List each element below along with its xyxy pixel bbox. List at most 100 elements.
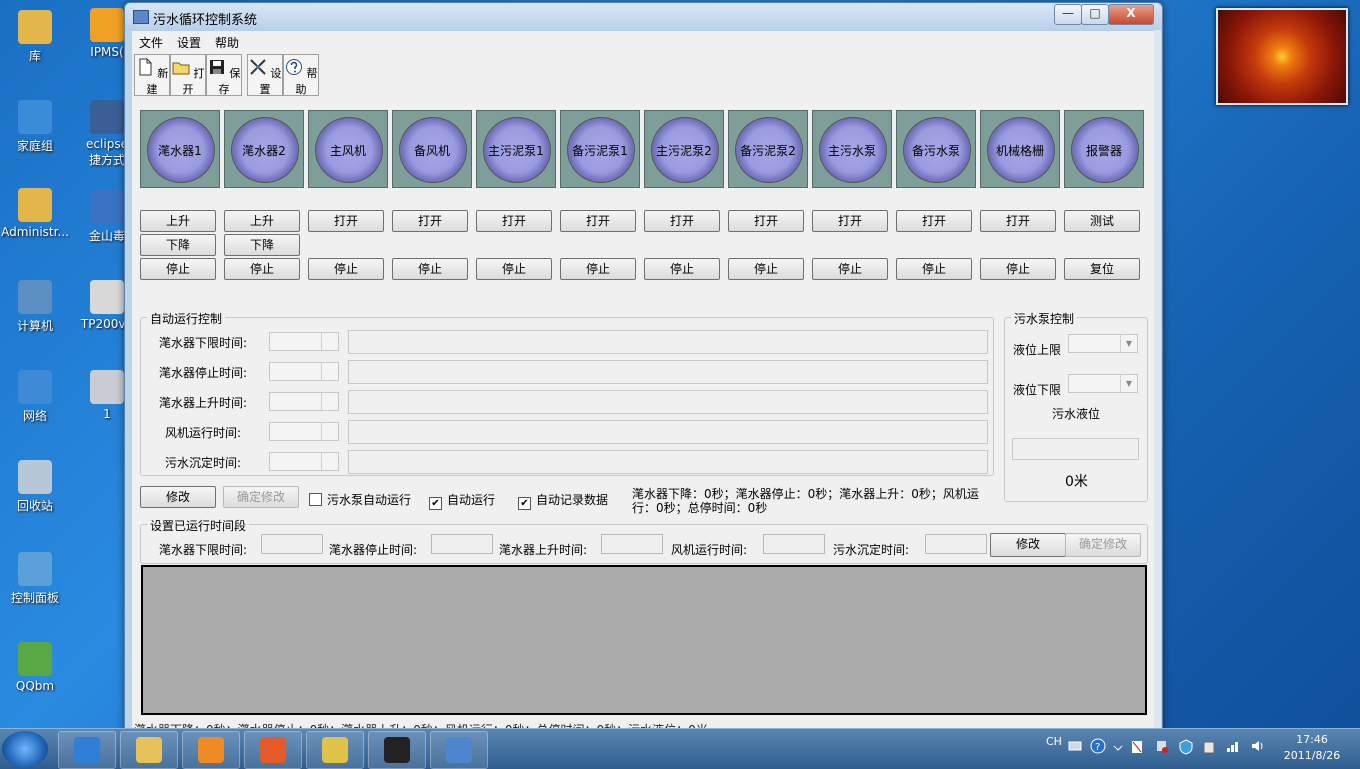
segment-time-input[interactable] [601, 534, 663, 554]
confirm-modify-button[interactable]: 确定修改 [223, 486, 299, 508]
device-control-button[interactable]: 复位 [1064, 258, 1140, 280]
device-icon[interactable] [1202, 739, 1216, 755]
device-control-button[interactable]: 打开 [980, 210, 1056, 232]
auto-record-checkbox[interactable]: ✔ 自动记录数据 [518, 491, 608, 510]
device-control-button[interactable]: 打开 [392, 210, 468, 232]
maximize-button[interactable]: □ [1081, 4, 1109, 25]
action-center-icon[interactable] [1130, 739, 1144, 755]
menu-file[interactable]: 文件 [139, 34, 163, 51]
device-control-button[interactable]: 上升 [224, 210, 300, 232]
device-control-button[interactable]: 停止 [812, 258, 888, 280]
device-control-button[interactable]: 停止 [728, 258, 804, 280]
toolbar-save-button[interactable]: 保存 [206, 54, 242, 96]
start-button[interactable] [2, 731, 48, 767]
system-clock[interactable]: 17:46 2011/8/26 [1280, 732, 1344, 764]
device-control-button[interactable]: 打开 [896, 210, 972, 232]
taskbar-media-player-button[interactable] [182, 731, 240, 769]
desktop-icon-network[interactable]: 网络 [0, 370, 70, 424]
window-edge-scrollbar [1154, 30, 1161, 730]
desktop-icon-recycle-bin[interactable]: 回收站 [0, 460, 70, 514]
segment-modify-button[interactable]: 修改 [990, 533, 1066, 557]
network-signal-icon[interactable] [1226, 739, 1242, 753]
taskbar-notepad-button[interactable] [306, 731, 364, 769]
device-control-button[interactable]: 下降 [140, 234, 216, 256]
device-control-button[interactable]: 停止 [224, 258, 300, 280]
device-control-button[interactable]: 停止 [476, 258, 552, 280]
segment-time-input[interactable] [431, 534, 493, 554]
segment-time-input[interactable] [763, 534, 825, 554]
device-control-button[interactable]: 停止 [308, 258, 384, 280]
settings-tools-icon [249, 59, 266, 75]
desktop-icon-qqbm[interactable]: QQbm [0, 642, 70, 693]
device-control-button[interactable]: 测试 [1064, 210, 1140, 232]
taskbar-app-window-button[interactable] [430, 731, 488, 769]
device-indicator: 滗水器2 [224, 110, 304, 188]
device-control-button[interactable]: 停止 [980, 258, 1056, 280]
minimize-button[interactable]: — [1054, 4, 1082, 25]
time-spinbox[interactable] [269, 362, 339, 381]
device-control-button[interactable]: 打开 [644, 210, 720, 232]
segment-confirm-button[interactable]: 确定修改 [1065, 533, 1141, 557]
time-spinbox[interactable] [269, 452, 339, 471]
taskbar-explorer-button[interactable] [120, 731, 178, 769]
time-spinbox[interactable] [269, 332, 339, 351]
device-control-button[interactable]: 打开 [308, 210, 384, 232]
device-control-button[interactable]: 打开 [812, 210, 888, 232]
desktop-icon-computer[interactable]: 计算机 [0, 280, 70, 334]
help-circle-icon[interactable]: ? [1090, 738, 1106, 754]
device-indicator: 备风机 [392, 110, 472, 188]
device-control-button[interactable]: 停止 [644, 258, 720, 280]
toolbar-new-button[interactable]: 新建 [134, 54, 170, 96]
device-control-button[interactable]: 下降 [224, 234, 300, 256]
spin-arrows-icon[interactable] [321, 363, 338, 380]
desktop-icon-label: 网络 [22, 409, 47, 423]
desktop-icon-administrator[interactable]: Administr... [0, 188, 70, 239]
desktop-icon-homegroup[interactable]: 家庭组 [0, 100, 70, 154]
spin-arrows-icon[interactable] [321, 393, 338, 410]
modify-button[interactable]: 修改 [140, 486, 216, 508]
network-icon [18, 370, 52, 404]
language-indicator[interactable]: CH [1046, 735, 1062, 748]
new-file-icon [139, 58, 152, 76]
title-bar[interactable]: 污水循环控制系统 — □ X [125, 3, 1162, 31]
level-lower-select[interactable]: ▼ [1068, 374, 1138, 393]
toolbar-help-button[interactable]: 帮助 [283, 54, 319, 96]
device-control-button[interactable]: 停止 [140, 258, 216, 280]
toolbar-settings-button[interactable]: 设置 [247, 54, 283, 96]
keyboard-icon[interactable] [1068, 740, 1082, 752]
spin-arrows-icon[interactable] [321, 423, 338, 440]
taskbar-qq-button[interactable] [368, 731, 426, 769]
toolbar-open-button[interactable]: 打开 [170, 54, 206, 96]
device-control-button[interactable]: 停止 [560, 258, 636, 280]
level-upper-select[interactable]: ▼ [1068, 334, 1138, 353]
auto-run-checkbox[interactable]: ✔ 自动运行 [429, 491, 495, 510]
time-progress-bar [348, 420, 988, 444]
show-hidden-icons-icon[interactable] [1113, 742, 1123, 752]
volume-icon[interactable] [1250, 739, 1266, 753]
desktop-icon-control-panel[interactable]: 控制面板 [0, 552, 70, 606]
taskbar-ie-button[interactable] [58, 731, 116, 769]
device-indicator: 主污泥泵1 [476, 110, 556, 188]
taskbar-windows-live-button[interactable] [244, 731, 302, 769]
segment-time-input[interactable] [925, 534, 987, 554]
device-control-button[interactable]: 停止 [896, 258, 972, 280]
time-spinbox[interactable] [269, 392, 339, 411]
sewage-level-label: 污水液位 [1052, 407, 1101, 421]
spin-arrows-icon[interactable] [321, 453, 338, 470]
menu-help[interactable]: 帮助 [215, 34, 239, 51]
spin-arrows-icon[interactable] [321, 333, 338, 350]
time-spinbox[interactable] [269, 422, 339, 441]
segment-time-input[interactable] [261, 534, 323, 554]
desktop-icon-library[interactable]: 库 [0, 10, 70, 64]
close-button[interactable]: X [1108, 4, 1154, 25]
device-control-button[interactable]: 打开 [476, 210, 552, 232]
desktop-icon-label: 家庭组 [16, 139, 53, 153]
menu-settings[interactable]: 设置 [177, 34, 201, 51]
pump-auto-checkbox[interactable]: 污水泵自动运行 [309, 491, 411, 508]
device-control-button[interactable]: 停止 [392, 258, 468, 280]
security-shield-icon[interactable] [1178, 739, 1194, 755]
device-control-button[interactable]: 打开 [560, 210, 636, 232]
device-control-button[interactable]: 打开 [728, 210, 804, 232]
device-control-button[interactable]: 上升 [140, 210, 216, 232]
flag-icon[interactable] [1155, 739, 1169, 755]
